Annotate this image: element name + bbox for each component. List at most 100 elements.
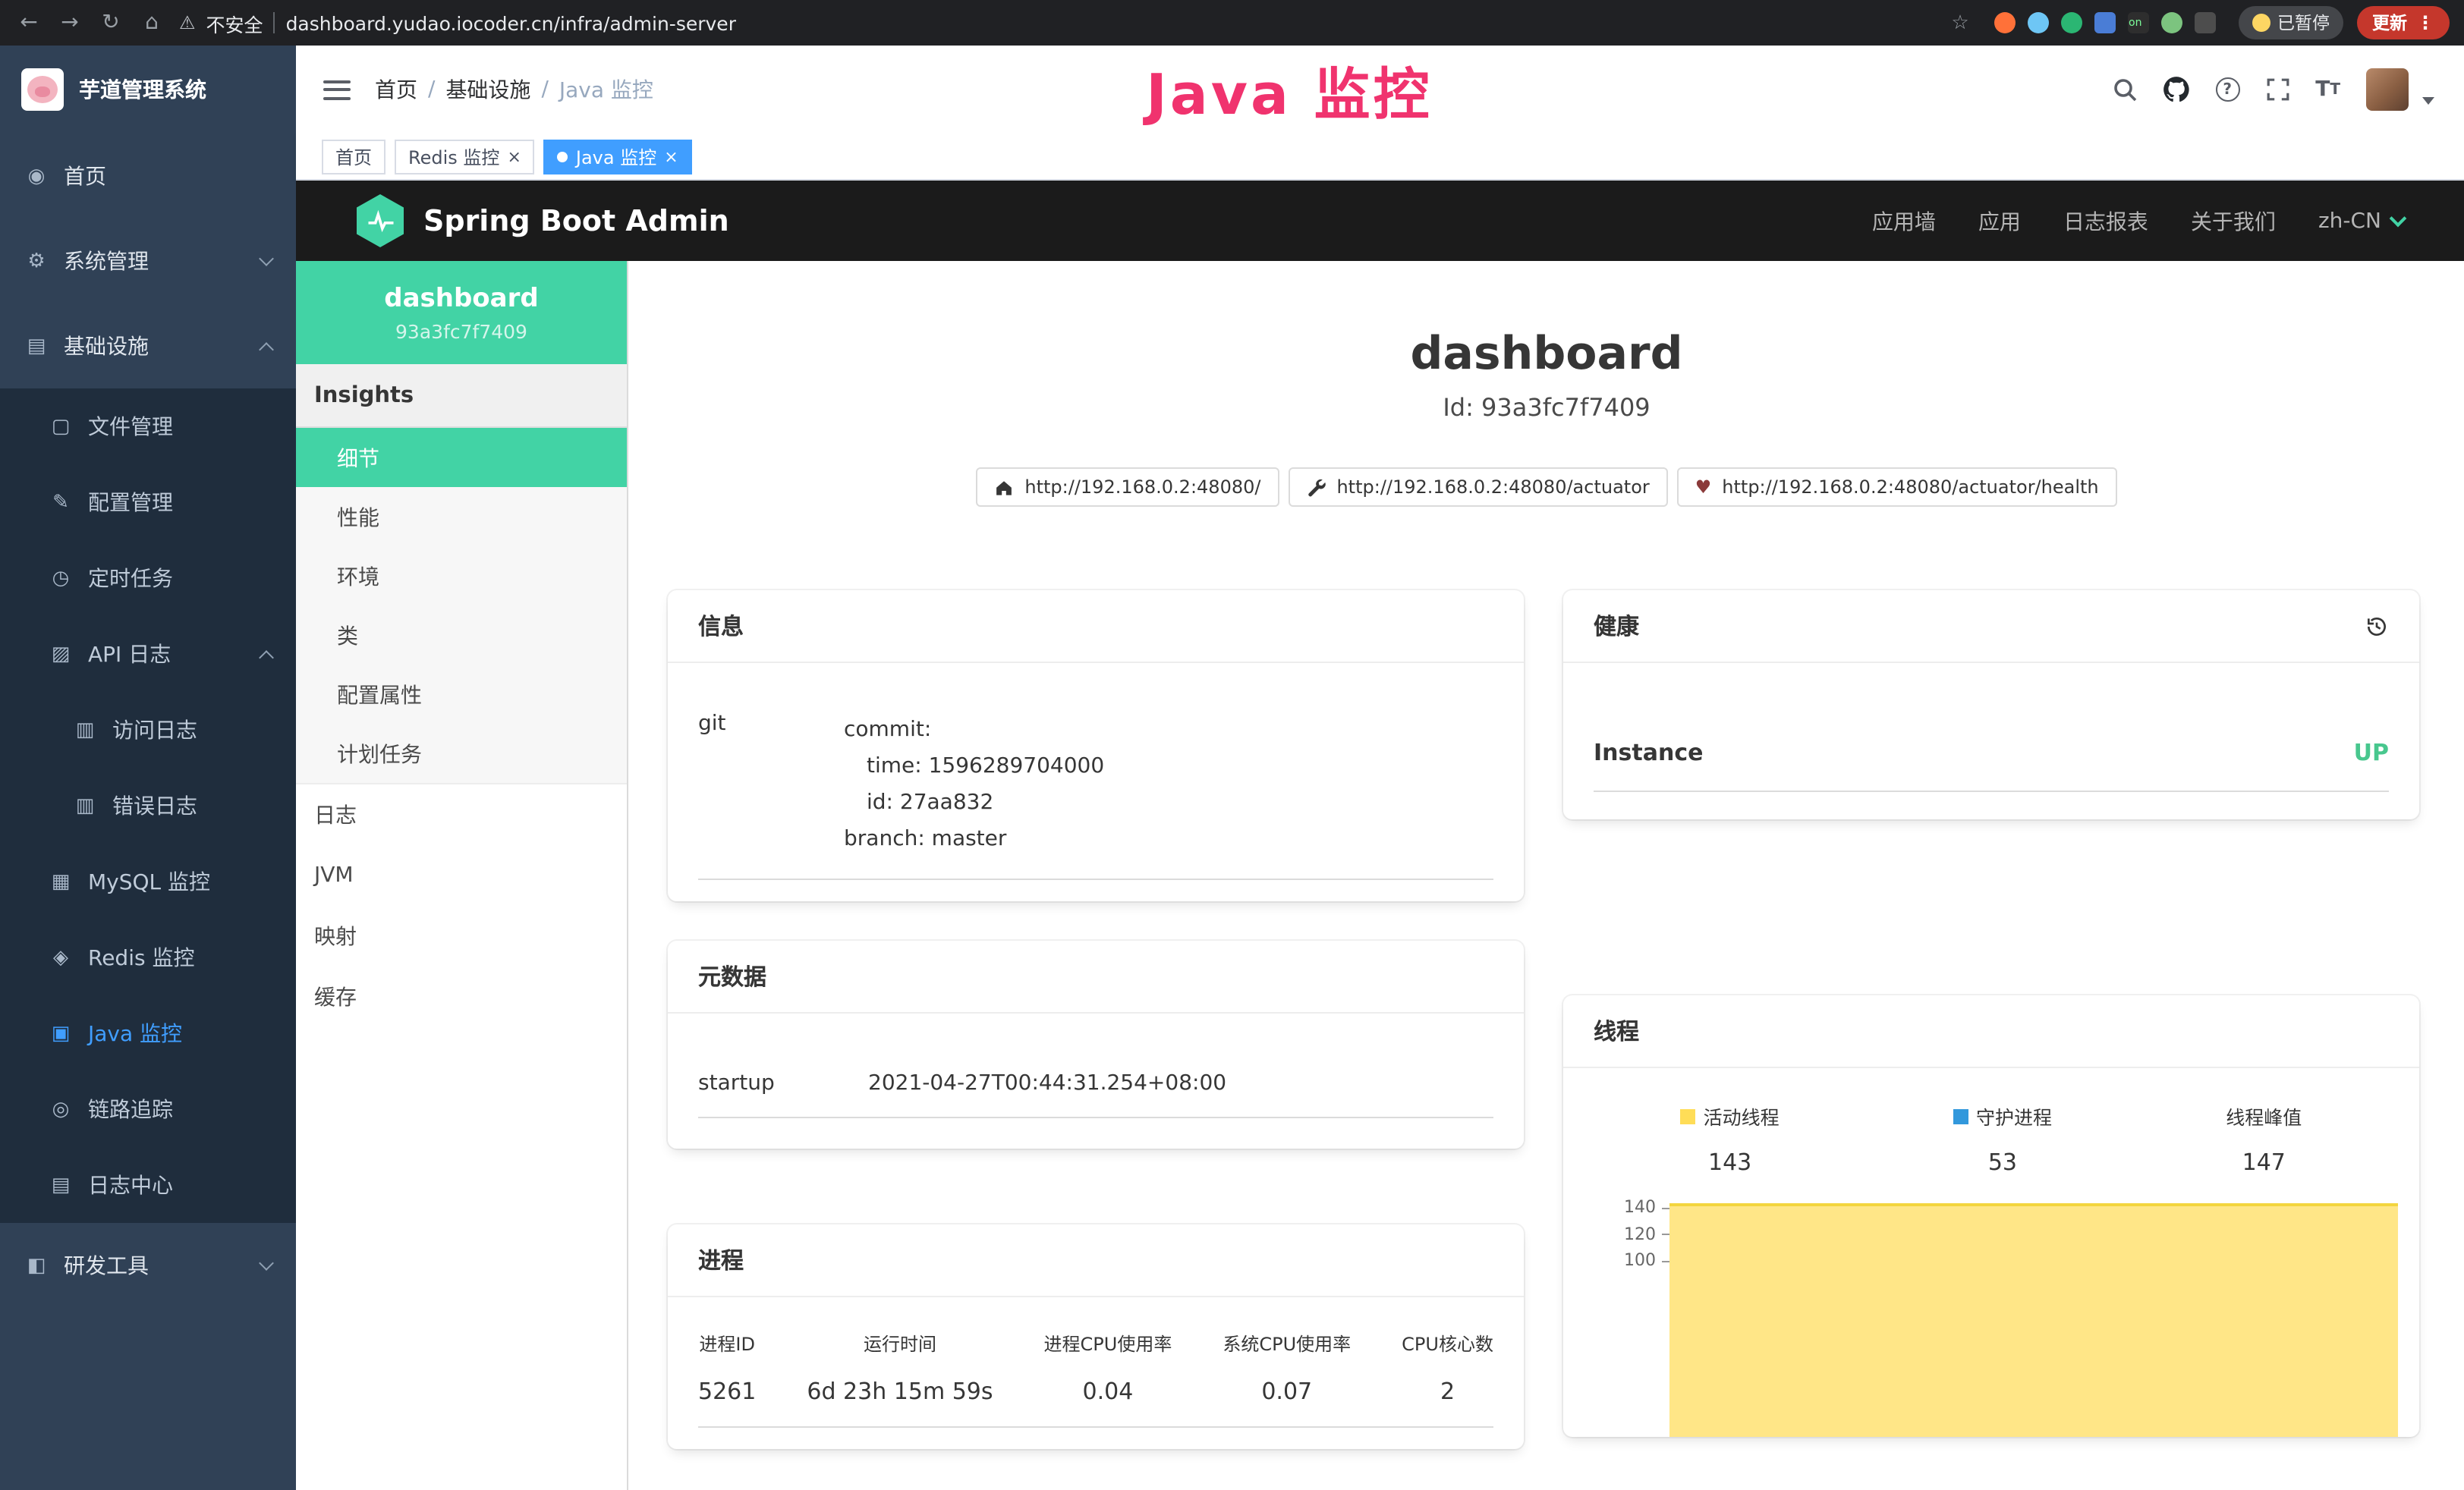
address-divider xyxy=(274,12,275,33)
legend-label: 守护进程 xyxy=(1976,1102,2052,1130)
warning-icon[interactable]: ⚠ xyxy=(179,12,196,33)
breadcrumb: 首页 / 基础设施 / Java 监控 xyxy=(375,74,653,105)
font-size-icon[interactable]: TT xyxy=(2315,77,2340,102)
breadcrumb-separator: / xyxy=(541,77,548,102)
extension-icon[interactable] xyxy=(2160,12,2182,33)
chevron-down-icon xyxy=(259,1255,274,1270)
metadata-startup-row: startup 2021-04-27T00:44:31.254+08:00 xyxy=(698,1050,1493,1118)
history-icon[interactable] xyxy=(2365,614,2389,638)
extension-icon[interactable] xyxy=(2027,12,2048,33)
sidebar-item-mysql-monitor[interactable]: ▦ MySQL 监控 xyxy=(0,844,296,919)
avatar[interactable] xyxy=(2366,68,2409,111)
sidebar-item-java-monitor[interactable]: ▣ Java 监控 xyxy=(0,995,296,1071)
paused-badge[interactable]: 已暂停 xyxy=(2238,6,2343,39)
instance-nav-environment[interactable]: 环境 xyxy=(296,546,627,605)
tab-redis-monitor[interactable]: Redis 监控 × xyxy=(395,139,535,174)
service-url-button[interactable]: http://192.168.0.2:48080/ xyxy=(976,467,1279,507)
breadcrumb-section[interactable]: 基础设施 xyxy=(445,74,530,105)
extension-icon[interactable] xyxy=(2127,12,2148,33)
app-header: 首页 / 基础设施 / Java 监控 Java 监控 ? xyxy=(296,46,2464,134)
github-icon[interactable] xyxy=(2162,76,2189,103)
api-log-icon: ▨ xyxy=(49,643,73,665)
git-id-line: id: 27aa832 xyxy=(844,784,1493,821)
extension-icon[interactable] xyxy=(2194,12,2215,33)
sidebar-item-system[interactable]: ⚙ 系统管理 xyxy=(0,218,296,303)
instance-nav-classes[interactable]: 类 xyxy=(296,605,627,665)
process-col-label: CPU核心数 xyxy=(1402,1331,1493,1356)
bookmark-star-icon[interactable]: ☆ xyxy=(1946,11,1974,34)
sidebar-item-access-logs[interactable]: ▥ 访问日志 xyxy=(0,692,296,768)
instance-nav-configprops[interactable]: 配置属性 xyxy=(296,665,627,724)
process-col-label: 运行时间 xyxy=(864,1331,936,1356)
actuator-url-button[interactable]: http://192.168.0.2:48080/actuator xyxy=(1288,467,1667,507)
active-dot-icon xyxy=(558,151,568,162)
sidebar-item-file-management[interactable]: ▢ 文件管理 xyxy=(0,388,296,464)
home-icon xyxy=(994,478,1014,496)
fullscreen-icon[interactable] xyxy=(2265,77,2289,102)
header-actions: ? TT xyxy=(2112,68,2434,111)
instance-id: 93a3fc7f7409 xyxy=(308,320,615,343)
forward-icon[interactable]: → xyxy=(56,11,83,35)
sba-nav-journal[interactable]: 日志报表 xyxy=(2063,206,2148,236)
process-col-system-cpu: 系统CPU使用率 0.07 xyxy=(1223,1331,1351,1405)
sba-logo-icon[interactable] xyxy=(357,194,404,247)
instance-nav-details[interactable]: 细节 xyxy=(296,428,627,487)
process-col-value: 5261 xyxy=(698,1378,756,1405)
close-icon[interactable]: × xyxy=(664,148,678,165)
sidebar-item-scheduled-jobs[interactable]: ◷ 定时任务 xyxy=(0,540,296,616)
sidebar-item-home[interactable]: ◉ 首页 xyxy=(0,134,296,218)
instance-header[interactable]: dashboard 93a3fc7f7409 xyxy=(296,261,627,364)
instance-nav-jvm[interactable]: JVM xyxy=(296,845,627,906)
sba-nav-applications[interactable]: 应用 xyxy=(1978,206,2021,236)
caret-down-icon[interactable] xyxy=(2422,97,2434,105)
process-col-cpus: CPU核心数 2 xyxy=(1402,1331,1493,1405)
update-button[interactable]: 更新 ⋮ xyxy=(2357,6,2450,39)
process-col-value: 6d 23h 15m 59s xyxy=(807,1378,993,1405)
instance-nav-logs[interactable]: 日志 xyxy=(296,784,627,845)
back-icon[interactable]: ← xyxy=(15,11,42,35)
tab-home[interactable]: 首页 xyxy=(322,139,385,174)
security-label: 不安全 xyxy=(206,8,263,37)
address-bar[interactable]: ⚠ 不安全 dashboard.yudao.iocoder.cn/infra/a… xyxy=(179,8,1933,37)
breadcrumb-home[interactable]: 首页 xyxy=(375,74,417,105)
browser-home-icon[interactable]: ⌂ xyxy=(138,11,165,35)
y-tick: 120 xyxy=(1609,1221,1669,1247)
sba-nav-about[interactable]: 关于我们 xyxy=(2191,206,2276,236)
sba-nav: 应用墙 应用 日志报表 关于我们 zh-CN xyxy=(1872,206,2404,236)
kebab-menu-icon[interactable]: ⋮ xyxy=(2416,12,2434,33)
help-icon[interactable]: ? xyxy=(2215,77,2239,102)
instance-nav-caches[interactable]: 缓存 xyxy=(296,967,627,1027)
sidebar-item-tracing[interactable]: ◎ 链路追踪 xyxy=(0,1071,296,1147)
sidebar-item-redis-monitor[interactable]: ◈ Redis 监控 xyxy=(0,919,296,995)
extension-icon[interactable] xyxy=(1994,12,2015,33)
process-col-value: 2 xyxy=(1440,1378,1455,1405)
extension-icon[interactable] xyxy=(2094,12,2115,33)
close-icon[interactable]: × xyxy=(507,148,521,165)
tab-java-monitor[interactable]: Java 监控 × xyxy=(544,139,692,174)
spring-boot-admin: Spring Boot Admin 应用墙 应用 日志报表 关于我们 zh-CN xyxy=(296,181,2464,1490)
language-selector[interactable]: zh-CN xyxy=(2318,209,2404,233)
edit-icon: ✎ xyxy=(49,491,73,514)
sidebar-item-dev-tools[interactable]: ◧ 研发工具 xyxy=(0,1223,296,1308)
instance-nav-metrics[interactable]: 性能 xyxy=(296,487,627,546)
extension-icon[interactable] xyxy=(2060,12,2082,33)
sba-nav-wallboard[interactable]: 应用墙 xyxy=(1872,206,1936,236)
hamburger-icon[interactable] xyxy=(323,80,351,99)
process-col-label: 系统CPU使用率 xyxy=(1223,1331,1351,1356)
url-text[interactable]: dashboard.yudao.iocoder.cn/infra/admin-s… xyxy=(286,11,736,34)
instance-nav-scheduled-tasks[interactable]: 计划任务 xyxy=(296,724,627,783)
endpoint-links: http://192.168.0.2:48080/ http://192.168… xyxy=(628,467,2464,507)
wrench-icon xyxy=(1306,477,1326,497)
sidebar-item-config-management[interactable]: ✎ 配置管理 xyxy=(0,464,296,540)
threads-chart: 140 120 100 xyxy=(1563,1194,2419,1437)
health-url-button[interactable]: ♥ http://192.168.0.2:48080/actuator/heal… xyxy=(1677,467,2117,507)
reload-icon[interactable]: ↻ xyxy=(97,11,124,35)
instance-nav-mappings[interactable]: 映射 xyxy=(296,906,627,967)
sidebar-item-log-center[interactable]: ▤ 日志中心 xyxy=(0,1147,296,1223)
sidebar-item-error-logs[interactable]: ▥ 错误日志 xyxy=(0,768,296,844)
sidebar-item-infrastructure[interactable]: ▤ 基础设施 xyxy=(0,303,296,388)
sidebar-item-api-logs[interactable]: ▨ API 日志 xyxy=(0,616,296,692)
info-card: 信息 git commit: time: 1596289704000 xyxy=(668,590,1524,901)
emoji-face-icon xyxy=(2252,14,2270,32)
search-icon[interactable] xyxy=(2112,77,2136,102)
